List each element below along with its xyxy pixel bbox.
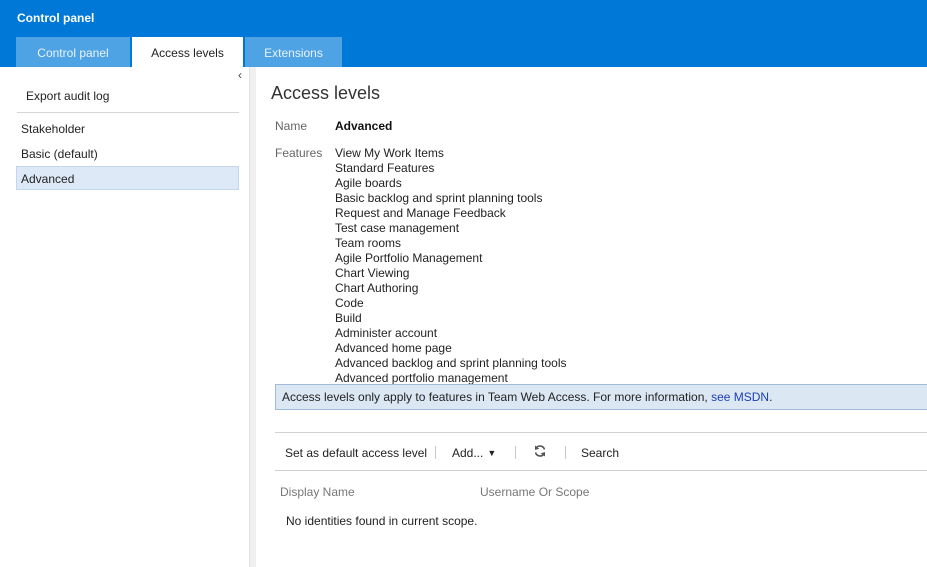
- add-button[interactable]: Add... ▼: [452, 446, 496, 460]
- toolbar-top-border: [275, 432, 927, 433]
- column-header-display-name[interactable]: Display Name: [280, 485, 355, 499]
- feature-item: Advanced home page: [335, 341, 452, 355]
- tab-bar: Control panel Access levels Extensions: [16, 37, 344, 67]
- feature-item: Advanced backlog and sprint planning too…: [335, 356, 567, 370]
- refresh-icon[interactable]: [533, 444, 547, 458]
- features-list: View My Work Items Standard Features Agi…: [335, 146, 567, 386]
- feature-item: Administer account: [335, 326, 438, 340]
- tab-control-panel[interactable]: Control panel: [16, 37, 130, 67]
- feature-item: Chart Authoring: [335, 281, 419, 295]
- chevron-left-icon[interactable]: ‹: [234, 68, 246, 82]
- tab-extensions[interactable]: Extensions: [245, 37, 342, 67]
- search-button[interactable]: Search: [581, 446, 619, 460]
- feature-item: Code: [335, 296, 364, 310]
- toolbar-separator: [565, 446, 566, 459]
- sidebar-item-stakeholder[interactable]: Stakeholder: [16, 117, 239, 141]
- feature-item: Standard Features: [335, 161, 435, 175]
- feature-item: Request and Manage Feedback: [335, 206, 506, 220]
- info-banner: Access levels only apply to features in …: [275, 384, 927, 410]
- toolbar-separator: [515, 446, 516, 459]
- msdn-link[interactable]: see MSDN: [711, 390, 769, 404]
- sidebar-item-basic[interactable]: Basic (default): [16, 142, 239, 166]
- feature-item: Agile boards: [335, 176, 402, 190]
- info-text: Access levels only apply to features in …: [282, 390, 712, 404]
- name-label: Name: [275, 119, 308, 133]
- feature-item: View My Work Items: [335, 146, 444, 160]
- empty-state-message: No identities found in current scope.: [286, 514, 478, 528]
- feature-item: Basic backlog and sprint planning tools: [335, 191, 543, 205]
- add-label: Add...: [452, 446, 484, 460]
- app-title: Control panel: [17, 11, 95, 25]
- feature-item: Agile Portfolio Management: [335, 251, 483, 265]
- name-value: Advanced: [335, 119, 393, 133]
- tab-access-levels[interactable]: Access levels: [132, 37, 243, 67]
- column-header-username-scope[interactable]: Username Or Scope: [480, 485, 589, 499]
- sidebar-item-advanced[interactable]: Advanced: [16, 166, 239, 190]
- set-default-access-level-button[interactable]: Set as default access level: [285, 446, 427, 460]
- sidebar-divider-line: [17, 112, 239, 113]
- feature-item: Team rooms: [335, 236, 402, 250]
- chevron-down-icon: ▼: [487, 448, 497, 458]
- export-audit-log-button[interactable]: Export audit log: [26, 89, 109, 103]
- toolbar-bottom-border: [275, 470, 927, 471]
- toolbar-separator: [435, 446, 436, 459]
- top-header: Control panel Control panel Access level…: [0, 0, 927, 67]
- feature-item: Build: [335, 311, 362, 325]
- info-period: .: [769, 390, 773, 404]
- feature-item: Test case management: [335, 221, 460, 235]
- sidebar-splitter[interactable]: [249, 67, 256, 567]
- feature-item: Chart Viewing: [335, 266, 410, 280]
- page-title: Access levels: [271, 83, 381, 103]
- features-label: Features: [275, 146, 323, 160]
